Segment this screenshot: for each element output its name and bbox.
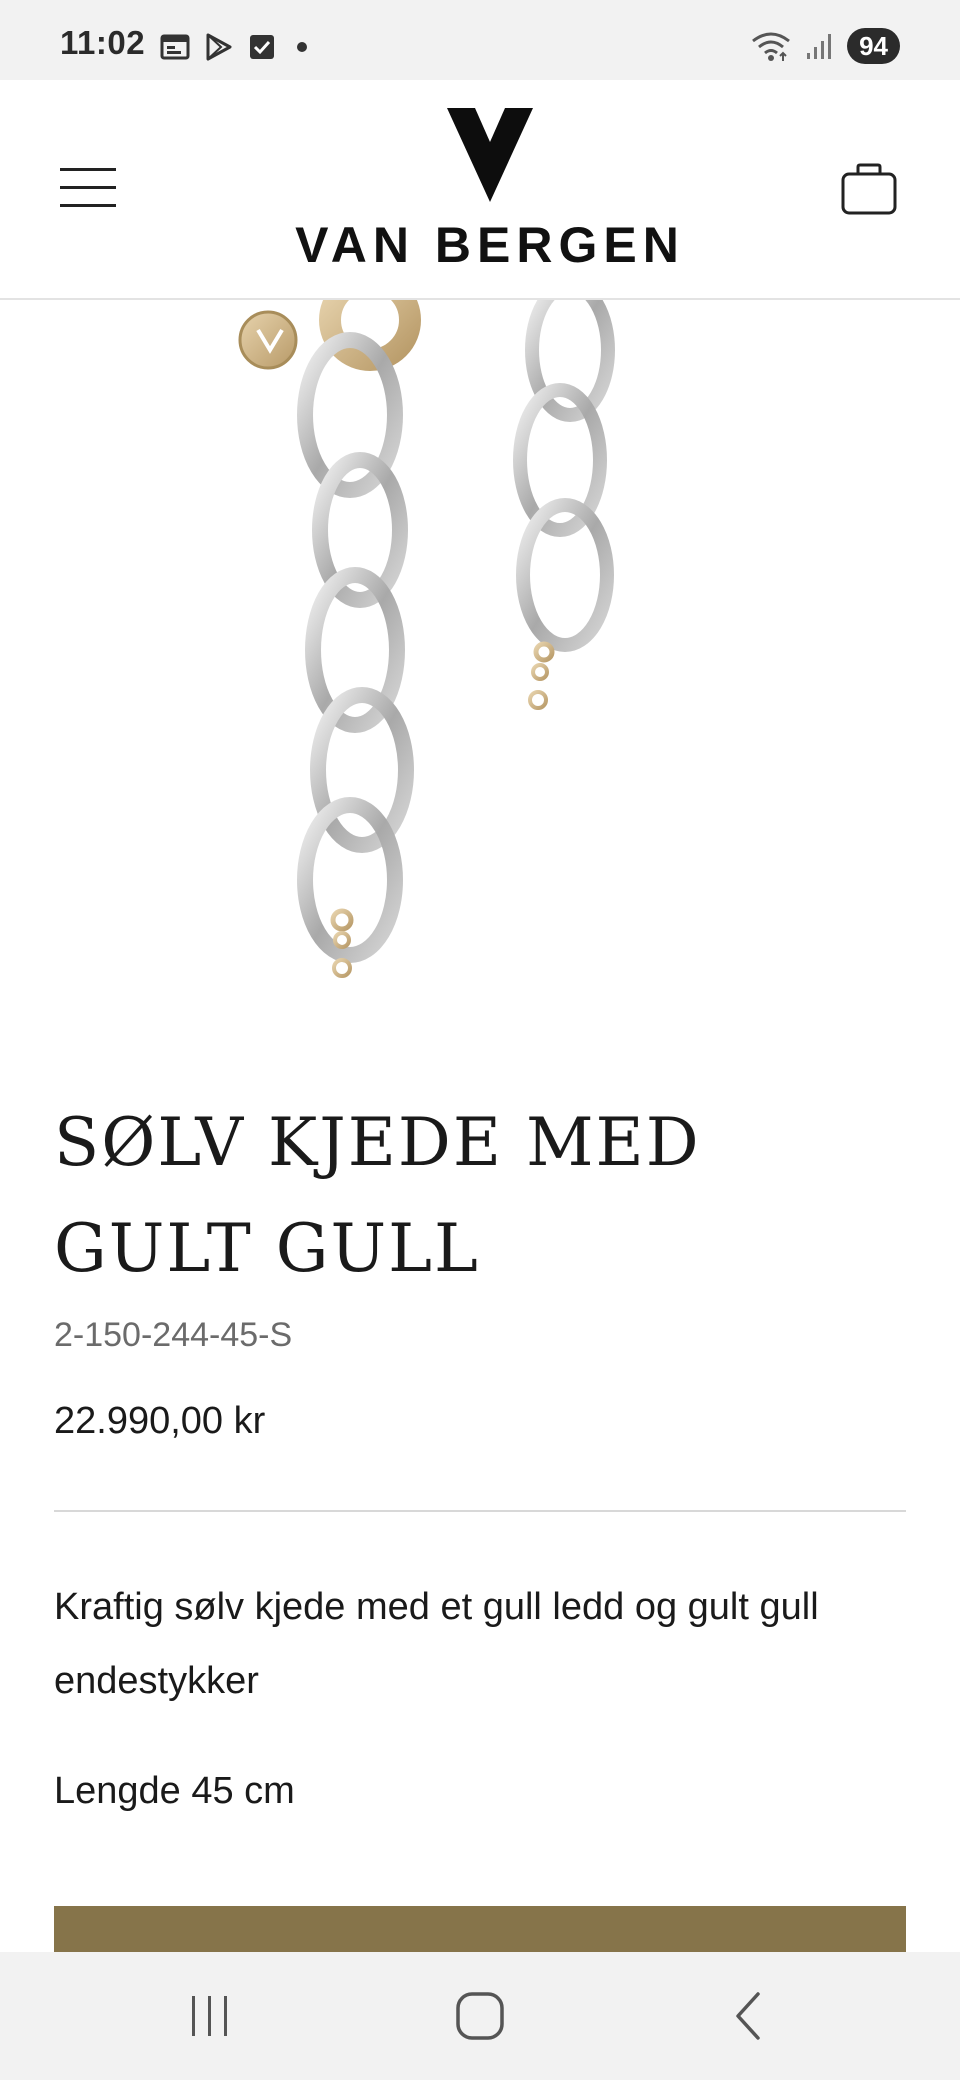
necklace-image xyxy=(238,300,615,978)
notification-icons xyxy=(160,32,314,62)
recent-apps-icon[interactable] xyxy=(180,1988,240,2044)
product-title-line-1: SØLV KJEDE MED xyxy=(54,1104,701,1181)
status-time: 11:02 xyxy=(60,24,146,61)
product-length: Lengde 45 cm xyxy=(54,1770,295,1812)
divider xyxy=(54,1510,906,1512)
site-header: VAN BERGEN xyxy=(0,80,960,300)
play-store-icon xyxy=(206,33,232,61)
product-description: Kraftig sølv kjede med et gull ledd og g… xyxy=(54,1586,819,1702)
battery-indicator: 94 xyxy=(847,28,900,64)
hamburger-menu-icon[interactable] xyxy=(60,166,118,210)
system-icons: 94 xyxy=(749,28,900,64)
brand-name: VAN BERGEN xyxy=(295,217,685,273)
system-navigation-bar xyxy=(0,1952,960,2080)
calendar-icon xyxy=(160,34,190,60)
wifi-icon xyxy=(752,32,790,61)
checkbox-icon xyxy=(250,35,274,59)
signal-icon xyxy=(807,34,832,59)
back-icon[interactable] xyxy=(720,1988,780,2044)
status-bar: 11:02 94 xyxy=(0,0,960,80)
product-title-line-2: GULT GULL xyxy=(54,1210,480,1287)
product-title: SØLV KJEDE MED GULT GULL xyxy=(54,1090,914,1302)
logo-mark-icon xyxy=(447,108,533,202)
brand-logo[interactable]: VAN BERGEN xyxy=(285,106,695,273)
product-image[interactable] xyxy=(0,300,960,1020)
home-icon[interactable] xyxy=(450,1988,510,2044)
product-sku: 2-150-244-45-S xyxy=(54,1316,293,1354)
dot-icon xyxy=(297,42,307,52)
shopping-bag-icon[interactable] xyxy=(840,162,898,216)
product-price: 22.990,00 kr xyxy=(54,1400,266,1442)
